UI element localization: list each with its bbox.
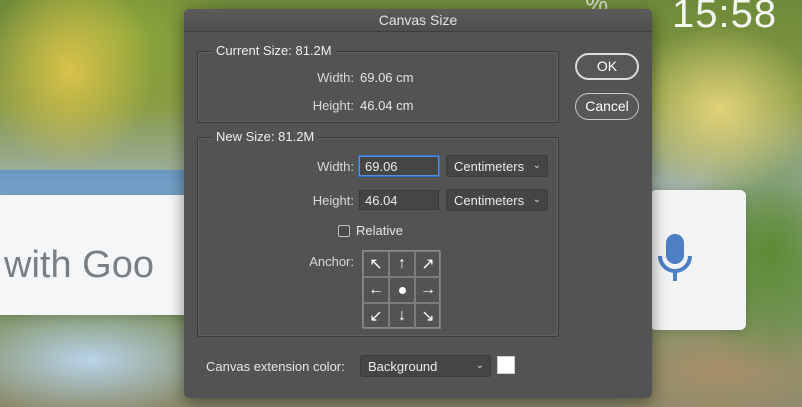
current-width-label: Width: — [317, 70, 354, 85]
new-size-title: New Size: 81.2M — [212, 129, 319, 144]
anchor-right[interactable]: → — [415, 277, 441, 303]
background-search-text: with Goo — [4, 244, 154, 286]
anchor-top-right[interactable]: ↗ — [415, 251, 441, 277]
extension-color-value: Background — [368, 359, 438, 374]
width-input[interactable] — [359, 156, 439, 176]
width-unit-value: Centimeters — [454, 159, 525, 174]
current-height-value: 46.04 cm — [360, 98, 414, 113]
anchor-grid[interactable]: ↖ ↑ ↗ ← → ↙ ↓ ↘ — [362, 250, 441, 329]
new-width-label: Width: — [317, 159, 354, 174]
relative-checkbox[interactable] — [338, 225, 350, 237]
extension-color-swatch[interactable] — [497, 356, 515, 374]
anchor-left[interactable]: ← — [363, 277, 389, 303]
anchor-label: Anchor: — [309, 254, 354, 269]
cancel-button[interactable]: Cancel — [575, 93, 639, 120]
height-unit-select[interactable]: Centimeters ⌄ — [446, 189, 548, 211]
current-height-label: Height: — [312, 98, 354, 113]
extension-color-select[interactable]: Background ⌄ — [360, 355, 491, 377]
canvas-size-dialog: Canvas Size Current Size: 81.2M Width: 6… — [184, 9, 652, 398]
chevron-down-icon: ⌄ — [532, 160, 541, 171]
anchor-bottom[interactable]: ↓ — [389, 303, 415, 329]
extension-color-label: Canvas extension color: — [206, 359, 345, 374]
microphone-icon — [658, 234, 692, 281]
height-unit-value: Centimeters — [454, 193, 525, 208]
current-width-value: 69.06 cm — [360, 70, 414, 85]
anchor-bottom-right[interactable]: ↘ — [415, 303, 441, 329]
width-unit-select[interactable]: Centimeters ⌄ — [446, 155, 548, 177]
chevron-down-icon: ⌄ — [475, 360, 484, 371]
anchor-top-left[interactable]: ↖ — [363, 251, 389, 277]
height-input[interactable] — [359, 190, 439, 210]
ok-button[interactable]: OK — [575, 53, 639, 80]
anchor-center[interactable] — [389, 277, 415, 303]
chevron-down-icon: ⌄ — [532, 194, 541, 205]
status-clock: 15:58 — [672, 0, 778, 36]
anchor-bottom-left[interactable]: ↙ — [363, 303, 389, 329]
relative-label[interactable]: Relative — [356, 223, 403, 238]
new-height-label: Height: — [312, 193, 354, 208]
dialog-title[interactable]: Canvas Size — [184, 9, 652, 32]
current-size-title: Current Size: 81.2M — [212, 43, 336, 58]
anchor-top[interactable]: ↑ — [389, 251, 415, 277]
